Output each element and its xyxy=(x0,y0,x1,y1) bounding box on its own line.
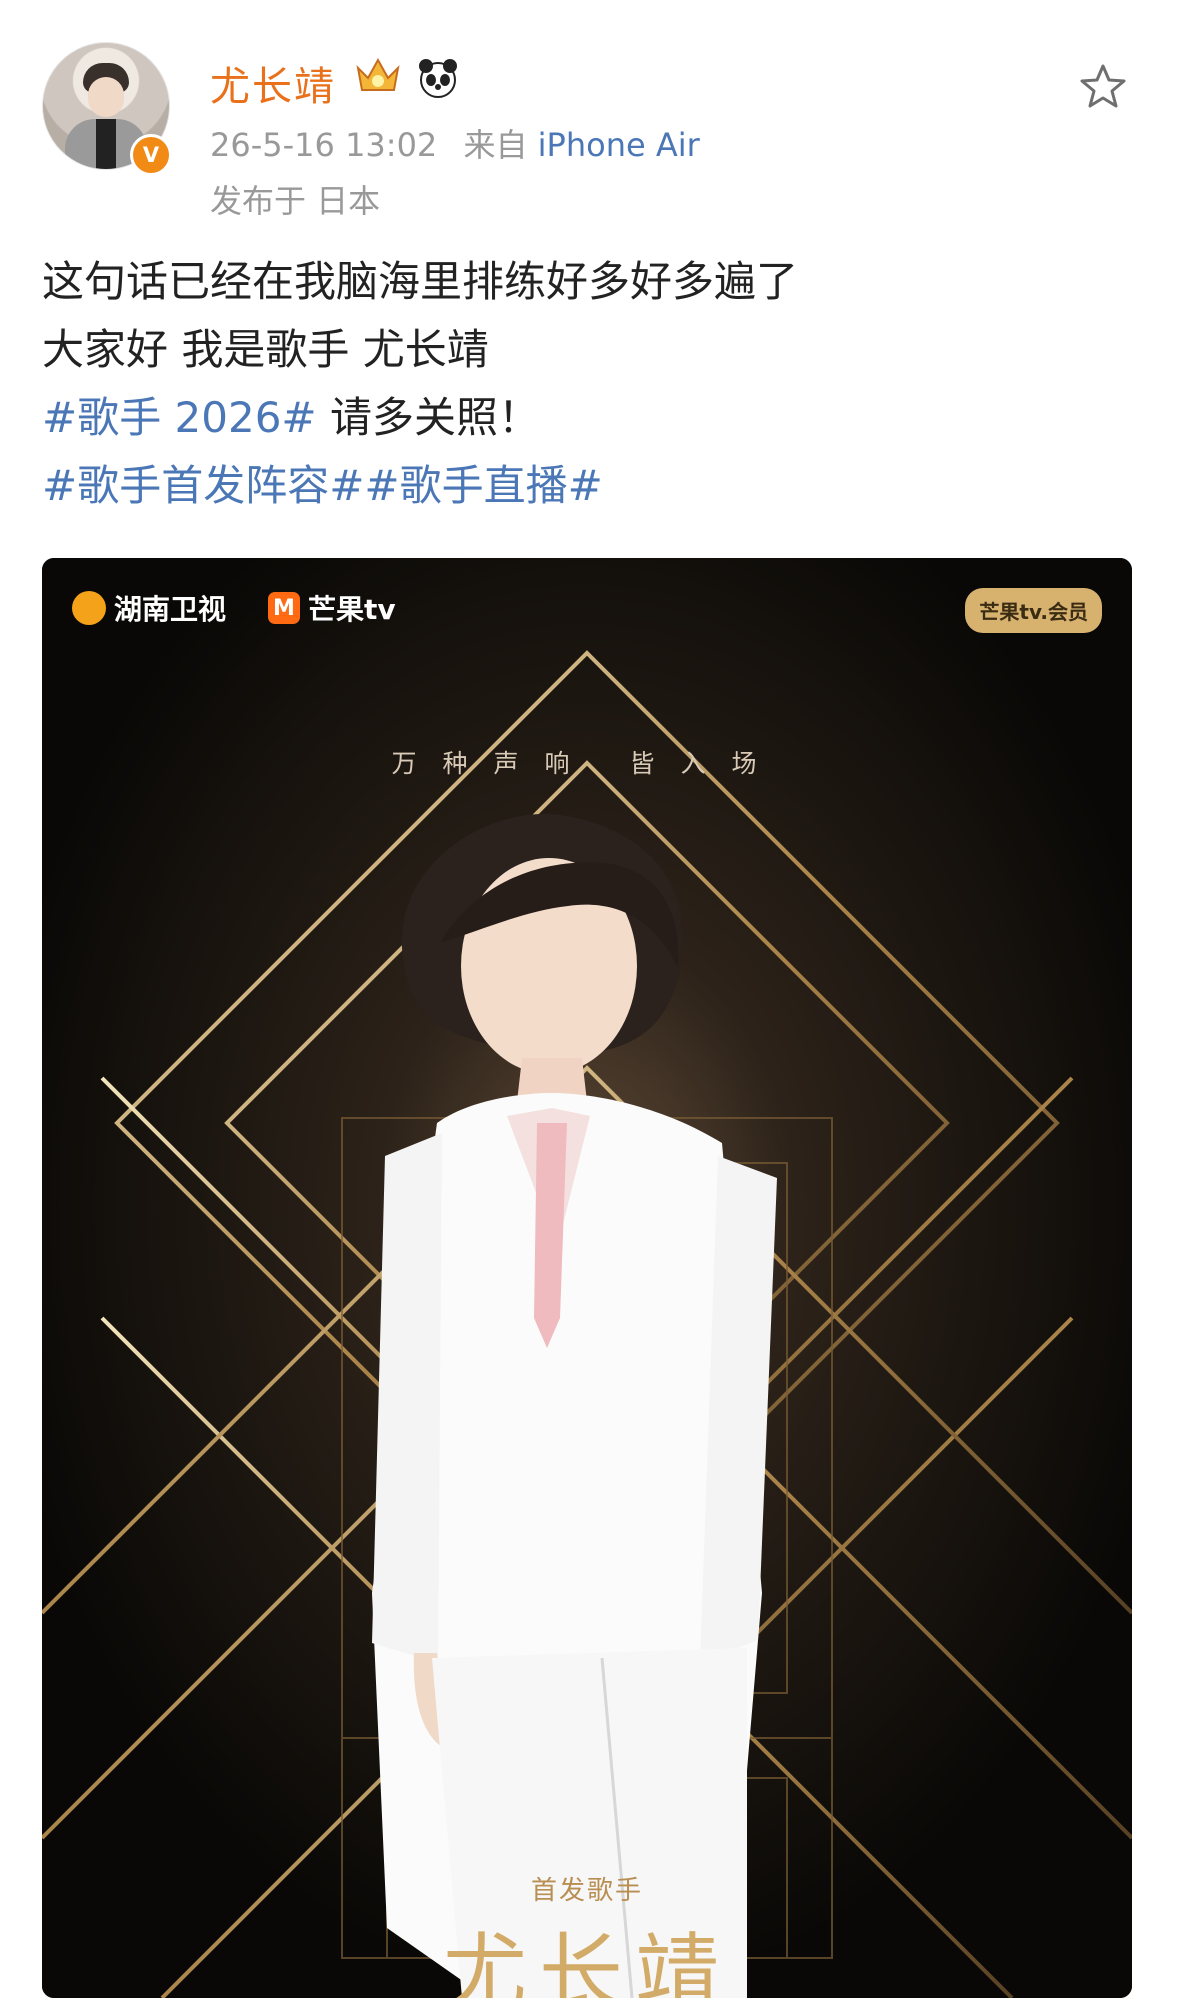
location: 发布于 日本 xyxy=(210,182,381,220)
device-link[interactable]: iPhone Air xyxy=(538,126,700,164)
post-image[interactable]: 湖南卫视 M 芒果tv 芒果tv.会员 万种声响 皆入场 首发歌手 尤长靖 xyxy=(42,558,1132,1998)
hashtag-line-2: #歌手首发阵容##歌手直播# xyxy=(42,452,1142,520)
hashtag-line-text: 请多关照！ xyxy=(329,393,540,442)
source-prefix: 来自 xyxy=(463,126,528,164)
singer-figure xyxy=(372,813,777,1998)
poster-bottom-label: 首发歌手 xyxy=(530,1876,643,1906)
timestamp: 26-5-16 13:02 xyxy=(210,126,438,164)
star-icon[interactable] xyxy=(1078,62,1128,112)
verified-badge: V xyxy=(130,134,172,176)
hashtag-line-1: #歌手 2026# 请多关照！ xyxy=(42,384,1142,452)
panda-icon xyxy=(419,59,457,98)
post-header: V 尤长靖 26-5-16 13:02 来自 iPhone Air 发布于 日本 xyxy=(0,0,1179,240)
post-meta: 26-5-16 13:02 来自 iPhone Air xyxy=(210,120,700,166)
post-text-line: 这句话已经在我脑海里排练好多好多遍了 xyxy=(42,257,799,306)
avatar-face xyxy=(88,77,124,117)
post-text-line: 大家好 我是歌手 尤长靖 xyxy=(42,325,489,374)
poster-singer-name: 尤长靖 xyxy=(442,1924,731,1998)
user-name[interactable]: 尤长靖 xyxy=(210,54,336,112)
hashtag-link[interactable]: #歌手直播# xyxy=(364,461,602,510)
post-content: 这句话已经在我脑海里排练好多好多遍了 大家好 我是歌手 尤长靖 #歌手 2026… xyxy=(42,248,1142,520)
avatar-shirt xyxy=(96,119,116,169)
hashtag-link[interactable]: #歌手首发阵容# xyxy=(42,461,364,510)
hashtag-link[interactable]: #歌手 2026# xyxy=(42,393,317,442)
crown-icon xyxy=(356,57,400,91)
